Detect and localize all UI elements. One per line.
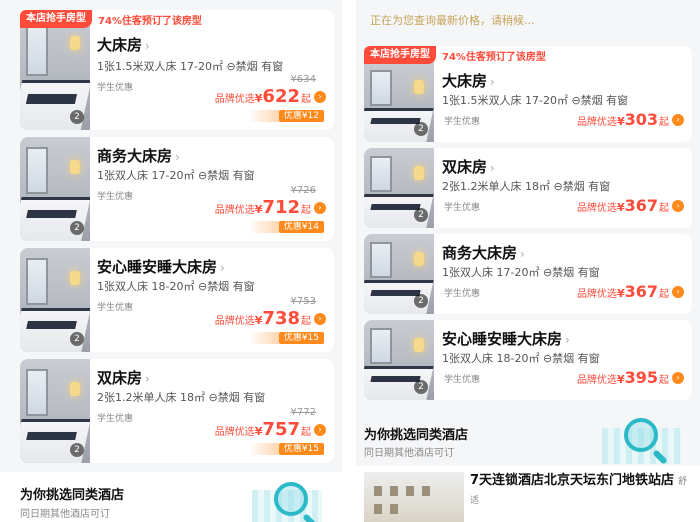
booking-ratio-note: 74%住客预订了该房型 bbox=[98, 15, 202, 27]
room-name[interactable]: 商务大床房 › bbox=[442, 242, 525, 263]
left-screenshot: 2 大床房 › 1张1.5米双人床 17-20㎡ ⊖禁烟 有窗 学生优惠 ¥634… bbox=[0, 0, 342, 522]
room-specs: 1张双人床 18-20㎡ ⊖禁烟 有窗 bbox=[442, 352, 600, 365]
photo-count-badge: 2 bbox=[70, 332, 84, 346]
hotel-card[interactable]: 7天连锁酒店北京天坛东门地铁站店 舒适 bbox=[356, 466, 700, 522]
hotel-photo[interactable] bbox=[364, 472, 464, 522]
arrow-circle-icon[interactable]: › bbox=[314, 312, 326, 325]
student-discount-label: 学生优惠 bbox=[444, 375, 481, 385]
room-card[interactable]: 2 大床房 › 1张1.5米双人床 17-20㎡ ⊖禁烟 有窗 学生优惠 ¥634… bbox=[20, 10, 334, 130]
student-discount-label: 学生优惠 bbox=[97, 192, 134, 202]
similar-hotels-section: 为你挑选同类酒店 同日期其他酒店可订 bbox=[356, 410, 700, 465]
room-name[interactable]: 安心睡安睡大床房 › bbox=[97, 256, 225, 277]
room-card[interactable]: 2 安心睡安睡大床房 › 1张双人床 18-20㎡ ⊖禁烟 有窗 学生优惠 品牌优… bbox=[364, 320, 692, 400]
arrow-circle-icon[interactable]: › bbox=[672, 371, 684, 384]
photo-count-badge: 2 bbox=[414, 380, 428, 394]
arrow-circle-icon[interactable]: › bbox=[672, 113, 684, 126]
discount-badge: 优惠¥14 bbox=[248, 221, 324, 233]
room-photo[interactable]: 2 bbox=[20, 137, 90, 241]
chevron-right-icon: › bbox=[520, 247, 525, 261]
original-price: ¥634 bbox=[290, 74, 316, 85]
hot-room-banner: 本店抢手房型 74%住客预订了该房型 bbox=[20, 10, 202, 28]
room-name[interactable]: 安心睡安睡大床房 › bbox=[442, 328, 570, 349]
panel-divider bbox=[342, 0, 356, 522]
room-photo[interactable]: 2 bbox=[364, 62, 434, 142]
room-card[interactable]: 2 安心睡安睡大床房 › 1张双人床 18-20㎡ ⊖禁烟 有窗 学生优惠 ¥75… bbox=[20, 248, 334, 352]
section-title: 为你挑选同类酒店 bbox=[20, 488, 125, 503]
room-specs: 2张1.2米单人床 18㎡ ⊖禁烟 有窗 bbox=[442, 180, 611, 193]
discount-badge: 优惠¥12 bbox=[248, 110, 324, 122]
room-card[interactable]: 2 商务大床房 › 1张双人床 17-20㎡ ⊖禁烟 有窗 学生优惠 ¥726 品… bbox=[20, 137, 334, 241]
room-specs: 1张1.5米双人床 17-20㎡ ⊖禁烟 有窗 bbox=[442, 94, 629, 107]
section-title: 为你挑选同类酒店 bbox=[364, 428, 469, 443]
price-display[interactable]: 品牌优选 ¥ 395 起 › bbox=[577, 368, 684, 387]
room-name[interactable]: 双床房 › bbox=[442, 156, 495, 177]
room-photo[interactable]: 2 bbox=[364, 148, 434, 228]
photo-count-badge: 2 bbox=[414, 122, 428, 136]
price-display[interactable]: 品牌优选 ¥ 757 起 › bbox=[215, 419, 326, 440]
chevron-right-icon: › bbox=[145, 39, 150, 53]
arrow-circle-icon[interactable]: › bbox=[672, 285, 684, 298]
student-discount-label: 学生优惠 bbox=[97, 83, 134, 93]
chevron-right-icon: › bbox=[490, 161, 495, 175]
chevron-right-icon: › bbox=[565, 333, 570, 347]
room-card[interactable]: 2 双床房 › 2张1.2米单人床 18㎡ ⊖禁烟 有窗 学生优惠 ¥772 品牌… bbox=[20, 359, 334, 463]
original-price: ¥753 bbox=[290, 296, 316, 307]
chevron-right-icon: › bbox=[220, 261, 225, 275]
section-subtitle: 同日期其他酒店可订 bbox=[364, 448, 454, 459]
room-name[interactable]: 商务大床房 › bbox=[97, 145, 180, 166]
arrow-circle-icon[interactable]: › bbox=[672, 199, 684, 212]
loading-status: 正在为您查询最新价格，请稍候... bbox=[356, 0, 700, 38]
room-specs: 1张双人床 18-20㎡ ⊖禁烟 有窗 bbox=[97, 280, 255, 293]
room-specs: 1张1.5米双人床 17-20㎡ ⊖禁烟 有窗 bbox=[97, 60, 284, 73]
photo-count-badge: 2 bbox=[70, 221, 84, 235]
original-price: ¥772 bbox=[290, 407, 316, 418]
hot-room-tag: 本店抢手房型 bbox=[364, 46, 436, 64]
room-photo[interactable]: 2 bbox=[20, 359, 90, 463]
arrow-circle-icon[interactable]: › bbox=[314, 423, 326, 436]
room-name[interactable]: 大床房 › bbox=[442, 70, 495, 91]
room-name[interactable]: 双床房 › bbox=[97, 367, 150, 388]
price-display[interactable]: 品牌优选 ¥ 622 起 › bbox=[215, 86, 326, 107]
room-specs: 2张1.2米单人床 18㎡ ⊖禁烟 有窗 bbox=[97, 391, 266, 404]
photo-count-badge: 2 bbox=[70, 110, 84, 124]
discount-badge: 优惠¥15 bbox=[248, 443, 324, 455]
student-discount-label: 学生优惠 bbox=[444, 289, 481, 299]
room-photo[interactable]: 2 bbox=[364, 320, 434, 400]
student-discount-label: 学生优惠 bbox=[444, 203, 481, 213]
room-photo[interactable]: 2 bbox=[364, 234, 434, 314]
room-name[interactable]: 大床房 › bbox=[97, 34, 150, 55]
original-price: ¥726 bbox=[290, 185, 316, 196]
discount-badge: 优惠¥15 bbox=[248, 332, 324, 344]
chevron-right-icon: › bbox=[490, 75, 495, 89]
chevron-right-icon: › bbox=[145, 372, 150, 386]
price-display[interactable]: 品牌优选 ¥ 367 起 › bbox=[577, 282, 684, 301]
student-discount-label: 学生优惠 bbox=[97, 414, 134, 424]
photo-count-badge: 2 bbox=[70, 443, 84, 457]
hot-room-banner: 本店抢手房型 74%住客预订了该房型 bbox=[364, 46, 546, 64]
room-specs: 1张双人床 17-20㎡ ⊖禁烟 有窗 bbox=[442, 266, 600, 279]
student-discount-label: 学生优惠 bbox=[97, 303, 134, 313]
similar-hotels-section: 为你挑选同类酒店 同日期其他酒店可订 bbox=[0, 472, 342, 522]
photo-count-badge: 2 bbox=[414, 208, 428, 222]
room-specs: 1张双人床 17-20㎡ ⊖禁烟 有窗 bbox=[97, 169, 255, 182]
room-card[interactable]: 2 双床房 › 2张1.2米单人床 18㎡ ⊖禁烟 有窗 学生优惠 品牌优选 ¥ … bbox=[364, 148, 692, 228]
price-display[interactable]: 品牌优选 ¥ 303 起 › bbox=[577, 110, 684, 129]
booking-ratio-note: 74%住客预订了该房型 bbox=[442, 51, 546, 63]
student-discount-label: 学生优惠 bbox=[444, 117, 481, 127]
hot-room-tag: 本店抢手房型 bbox=[20, 10, 92, 28]
section-subtitle: 同日期其他酒店可订 bbox=[20, 509, 110, 520]
price-display[interactable]: 品牌优选 ¥ 738 起 › bbox=[215, 308, 326, 329]
price-display[interactable]: 品牌优选 ¥ 712 起 › bbox=[215, 197, 326, 218]
room-photo[interactable]: 2 bbox=[20, 10, 90, 130]
right-screenshot: 正在为您查询最新价格，请稍候... 2 大床房 › 1张1.5米双人床 17-20… bbox=[356, 0, 700, 522]
room-photo[interactable]: 2 bbox=[20, 248, 90, 352]
photo-count-badge: 2 bbox=[414, 294, 428, 308]
hotel-name[interactable]: 7天连锁酒店北京天坛东门地铁站店 舒适 bbox=[470, 472, 692, 510]
price-display[interactable]: 品牌优选 ¥ 367 起 › bbox=[577, 196, 684, 215]
room-card[interactable]: 2 商务大床房 › 1张双人床 17-20㎡ ⊖禁烟 有窗 学生优惠 品牌优选 ¥… bbox=[364, 234, 692, 314]
arrow-circle-icon[interactable]: › bbox=[314, 201, 326, 214]
arrow-circle-icon[interactable]: › bbox=[314, 90, 326, 103]
chevron-right-icon: › bbox=[175, 150, 180, 164]
